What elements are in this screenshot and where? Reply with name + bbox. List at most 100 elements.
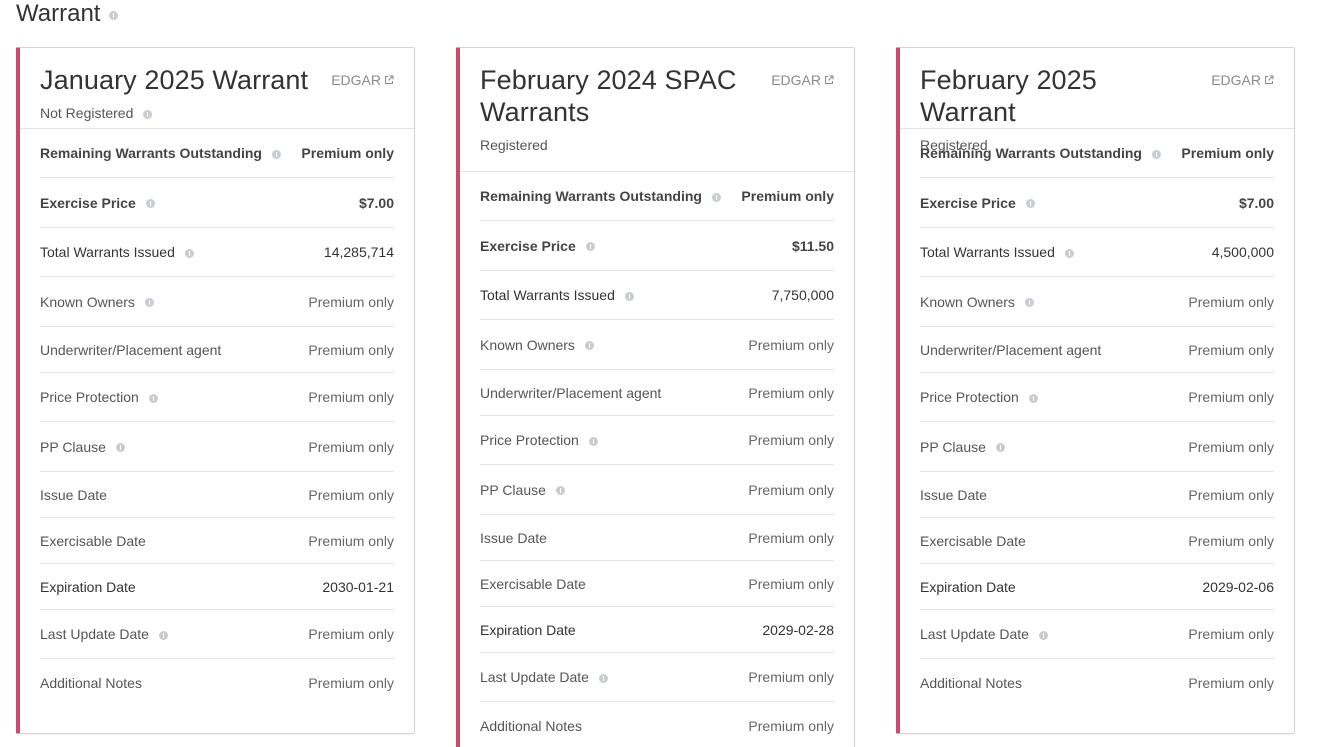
edgar-link-label: EDGAR <box>331 72 381 88</box>
row-label: Underwriter/Placement agent <box>480 384 662 401</box>
info-icon[interactable] <box>143 109 153 119</box>
table-row: Price Protection Premium only <box>920 373 1274 422</box>
row-label: Exercise Price <box>480 237 576 254</box>
card-title: January 2025 Warrant <box>40 65 309 95</box>
table-row: Price Protection Premium only <box>480 416 834 465</box>
edgar-link[interactable]: EDGAR <box>331 72 394 88</box>
row-value: Premium only <box>308 293 394 310</box>
row-label: Exercisable Date <box>920 532 1026 549</box>
row-label: Total Warrants Issued <box>920 244 1055 260</box>
edgar-link-label: EDGAR <box>771 72 821 88</box>
card-header: February 2024 SPAC Warrants Registered E… <box>460 48 854 172</box>
row-value: Premium only <box>308 532 394 549</box>
registration-status-text: Not Registered <box>40 105 134 121</box>
row-label: Last Update Date <box>480 669 589 685</box>
row-label: Last Update Date <box>920 626 1029 642</box>
info-icon[interactable] <box>711 192 721 202</box>
row-label: PP Clause <box>40 438 106 455</box>
info-icon[interactable] <box>184 248 194 258</box>
info-icon[interactable] <box>109 10 119 20</box>
info-icon[interactable] <box>1064 248 1074 258</box>
edgar-link-label: EDGAR <box>1211 72 1261 88</box>
info-icon[interactable] <box>1151 149 1161 159</box>
table-row: Additional Notes Premium only <box>480 702 834 747</box>
info-icon[interactable] <box>145 199 155 208</box>
row-value: 7,750,000 <box>771 287 834 303</box>
row-label: Price Protection <box>920 389 1019 405</box>
registration-status: Registered <box>480 137 834 153</box>
table-row: Remaining Warrants Outstanding Premium o… <box>40 129 394 178</box>
table-row: Additional Notes Premium only <box>920 659 1274 707</box>
row-label: Expiration Date <box>480 621 576 638</box>
table-row: Last Update Date Premium only <box>480 653 834 702</box>
row-value: Premium only <box>748 669 834 685</box>
table-row: Issue Date Premium only <box>480 515 834 561</box>
row-value: Premium only <box>748 575 834 592</box>
info-icon[interactable] <box>158 630 168 640</box>
table-row: Total Warrants Issued 7,750,000 <box>480 271 834 320</box>
info-icon[interactable] <box>995 443 1005 452</box>
card-rows: Remaining Warrants Outstanding Premium o… <box>460 172 854 747</box>
row-value: Premium only <box>741 188 834 204</box>
info-icon[interactable] <box>584 341 594 350</box>
edgar-link[interactable]: EDGAR <box>771 72 834 88</box>
row-label: Underwriter/Placement agent <box>40 341 222 358</box>
table-row: Underwriter/Placement agent Premium only <box>480 370 834 416</box>
table-row: Last Update Date Premium only <box>920 610 1274 659</box>
row-label: Additional Notes <box>40 675 142 691</box>
row-value: Premium only <box>748 718 834 734</box>
info-icon[interactable] <box>1028 393 1038 403</box>
row-label: PP Clause <box>480 481 546 498</box>
row-value: Premium only <box>308 341 394 358</box>
row-label: Known Owners <box>40 293 135 310</box>
info-icon[interactable] <box>1038 630 1048 640</box>
row-label: Known Owners <box>920 293 1015 310</box>
row-label: Price Protection <box>480 432 579 448</box>
info-icon[interactable] <box>148 393 158 403</box>
row-label: Exercisable Date <box>40 532 146 549</box>
row-value: Premium only <box>1188 675 1274 691</box>
row-value: 2029-02-06 <box>1202 578 1274 595</box>
table-row: Exercise Price $11.50 <box>480 221 834 271</box>
info-icon[interactable] <box>588 436 598 446</box>
info-icon[interactable] <box>115 443 125 452</box>
external-link-icon <box>1265 75 1274 84</box>
row-label: Additional Notes <box>920 675 1022 691</box>
row-label: Expiration Date <box>40 578 136 595</box>
row-label: Total Warrants Issued <box>40 244 175 260</box>
info-icon[interactable] <box>144 298 154 307</box>
info-icon[interactable] <box>585 242 595 251</box>
info-icon[interactable] <box>555 486 565 495</box>
table-row: PP Clause Premium only <box>480 465 834 515</box>
table-row: Expiration Date 2029-02-06 <box>920 564 1274 610</box>
table-row: Last Update Date Premium only <box>40 610 394 659</box>
warrant-card: February 2024 SPAC Warrants Registered E… <box>456 47 855 747</box>
info-icon[interactable] <box>1024 298 1034 307</box>
row-label: Last Update Date <box>40 626 149 642</box>
table-row: Known Owners Premium only <box>480 320 834 370</box>
edgar-link[interactable]: EDGAR <box>1211 72 1274 88</box>
row-value: Premium only <box>748 529 834 546</box>
card-title: February 2025 Warrant <box>920 65 1097 127</box>
table-row: Total Warrants Issued 14,285,714 <box>40 228 394 277</box>
section-title-text: Warrant <box>16 0 101 27</box>
warrant-card: February 2025 Warrant Registered EDGAR R… <box>896 47 1295 734</box>
warrant-card: January 2025 Warrant Not Registered EDGA… <box>16 47 415 734</box>
table-row: Known Owners Premium only <box>40 277 394 327</box>
row-label: Exercise Price <box>40 194 136 211</box>
row-value: Premium only <box>301 145 394 161</box>
row-value: Premium only <box>1188 293 1274 310</box>
row-value: Premium only <box>748 481 834 498</box>
info-icon[interactable] <box>271 149 281 159</box>
info-icon[interactable] <box>1025 199 1035 208</box>
card-header: February 2025 Warrant Registered EDGAR <box>900 48 1294 153</box>
info-icon[interactable] <box>598 673 608 683</box>
external-link-icon <box>825 75 834 84</box>
table-row: PP Clause Premium only <box>920 422 1274 472</box>
info-icon[interactable] <box>624 291 634 301</box>
row-label: Issue Date <box>480 529 547 546</box>
row-label: Issue Date <box>920 486 987 503</box>
row-value: Premium only <box>1188 486 1274 503</box>
row-value: Premium only <box>308 675 394 691</box>
row-value: Premium only <box>308 389 394 405</box>
